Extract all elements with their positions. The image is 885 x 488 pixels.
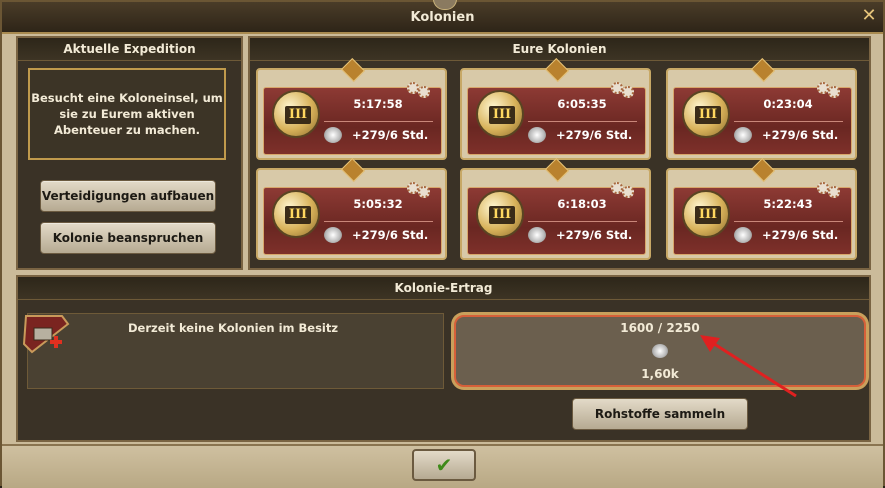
check-icon: ✔: [435, 453, 453, 477]
colony-card[interactable]: III 0:23:04 +279/6 Std.: [666, 68, 857, 160]
colony-card[interactable]: III 6:05:35 +279/6 Std.: [460, 68, 651, 160]
expedition-header: Aktuelle Expedition: [18, 38, 241, 61]
title-ornament: [433, 0, 457, 10]
settings-gear-icon[interactable]: [817, 182, 841, 198]
colony-rate: +279/6 Std.: [556, 228, 633, 242]
colony-emblem-icon: III: [476, 90, 524, 138]
silver-icon: [734, 227, 752, 243]
colony-emblem-icon: III: [682, 90, 730, 138]
colony-emblem-icon: III: [476, 190, 524, 238]
colony-badge-icon: [22, 315, 70, 354]
window-titlebar: Kolonien ✕: [2, 0, 883, 34]
colonies-panel: Eure Kolonien III 5:17:58 +279/6 Std. II…: [248, 36, 871, 270]
silver-icon: [528, 127, 546, 143]
annotation-arrow-icon: [700, 335, 797, 398]
silver-icon: [652, 344, 668, 358]
colony-timer: 5:05:32: [353, 197, 403, 211]
colony-tier: III: [489, 206, 515, 224]
colony-rate: +279/6 Std.: [352, 128, 429, 142]
colony-emblem-icon: III: [682, 190, 730, 238]
settings-gear-icon[interactable]: [611, 82, 635, 98]
colony-card[interactable]: III 6:18:03 +279/6 Std.: [460, 168, 651, 260]
silver-icon: [734, 127, 752, 143]
colony-emblem-icon: III: [272, 90, 320, 138]
expedition-info: Besucht eine Koloneinsel, um sie zu Eure…: [28, 68, 226, 160]
storage-count: 1600 / 2250: [620, 321, 700, 335]
yield-header: Kolonie-Ertrag: [18, 277, 869, 300]
colony-tier: III: [695, 106, 721, 124]
colony-emblem-icon: III: [272, 190, 320, 238]
card-ornament: [334, 162, 370, 176]
no-colony-box: Derzeit keine Kolonien im Besitz: [22, 313, 444, 389]
card-ornament: [538, 62, 574, 76]
colony-rate: +279/6 Std.: [352, 228, 429, 242]
colony-timer: 6:18:03: [557, 197, 607, 211]
card-ornament: [744, 162, 780, 176]
no-colonies-text: Derzeit keine Kolonien im Besitz: [128, 321, 339, 335]
colony-tier: III: [695, 206, 721, 224]
colony-tier: III: [285, 106, 311, 124]
silver-icon: [324, 227, 342, 243]
settings-gear-icon[interactable]: [407, 182, 431, 198]
build-defenses-button[interactable]: Verteidigungen aufbauen: [40, 180, 216, 212]
silver-icon: [324, 127, 342, 143]
colony-card[interactable]: III 5:17:58 +279/6 Std.: [256, 68, 447, 160]
card-ornament: [334, 62, 370, 76]
colony-tier: III: [489, 106, 515, 124]
yield-total: 1,60k: [641, 367, 679, 381]
colony-timer: 6:05:35: [557, 97, 607, 111]
colony-card[interactable]: III 5:05:32 +279/6 Std.: [256, 168, 447, 260]
colony-timer: 5:22:43: [763, 197, 813, 211]
colony-rate: +279/6 Std.: [762, 128, 839, 142]
settings-gear-icon[interactable]: [407, 82, 431, 98]
claim-colony-button[interactable]: Kolonie beanspruchen: [40, 222, 216, 254]
colony-card[interactable]: III 5:22:43 +279/6 Std.: [666, 168, 857, 260]
window-title: Kolonien: [410, 10, 475, 25]
confirm-button[interactable]: ✔: [412, 449, 476, 481]
settings-gear-icon[interactable]: [611, 182, 635, 198]
resource-storage-box: 1600 / 2250 1,60k: [454, 315, 866, 387]
colonies-window: Kolonien ✕ Aktuelle Expedition Besucht e…: [0, 0, 885, 488]
colonies-header: Eure Kolonien: [250, 38, 869, 61]
expedition-panel: Aktuelle Expedition Besucht eine Kolonei…: [16, 36, 243, 270]
colony-rate: +279/6 Std.: [556, 128, 633, 142]
card-ornament: [744, 62, 780, 76]
close-button[interactable]: ✕: [859, 6, 879, 26]
silver-icon: [528, 227, 546, 243]
card-ornament: [538, 162, 574, 176]
colony-rate: +279/6 Std.: [762, 228, 839, 242]
colony-timer: 5:17:58: [353, 97, 403, 111]
colony-timer: 0:23:04: [763, 97, 813, 111]
colony-tier: III: [285, 206, 311, 224]
settings-gear-icon[interactable]: [817, 82, 841, 98]
